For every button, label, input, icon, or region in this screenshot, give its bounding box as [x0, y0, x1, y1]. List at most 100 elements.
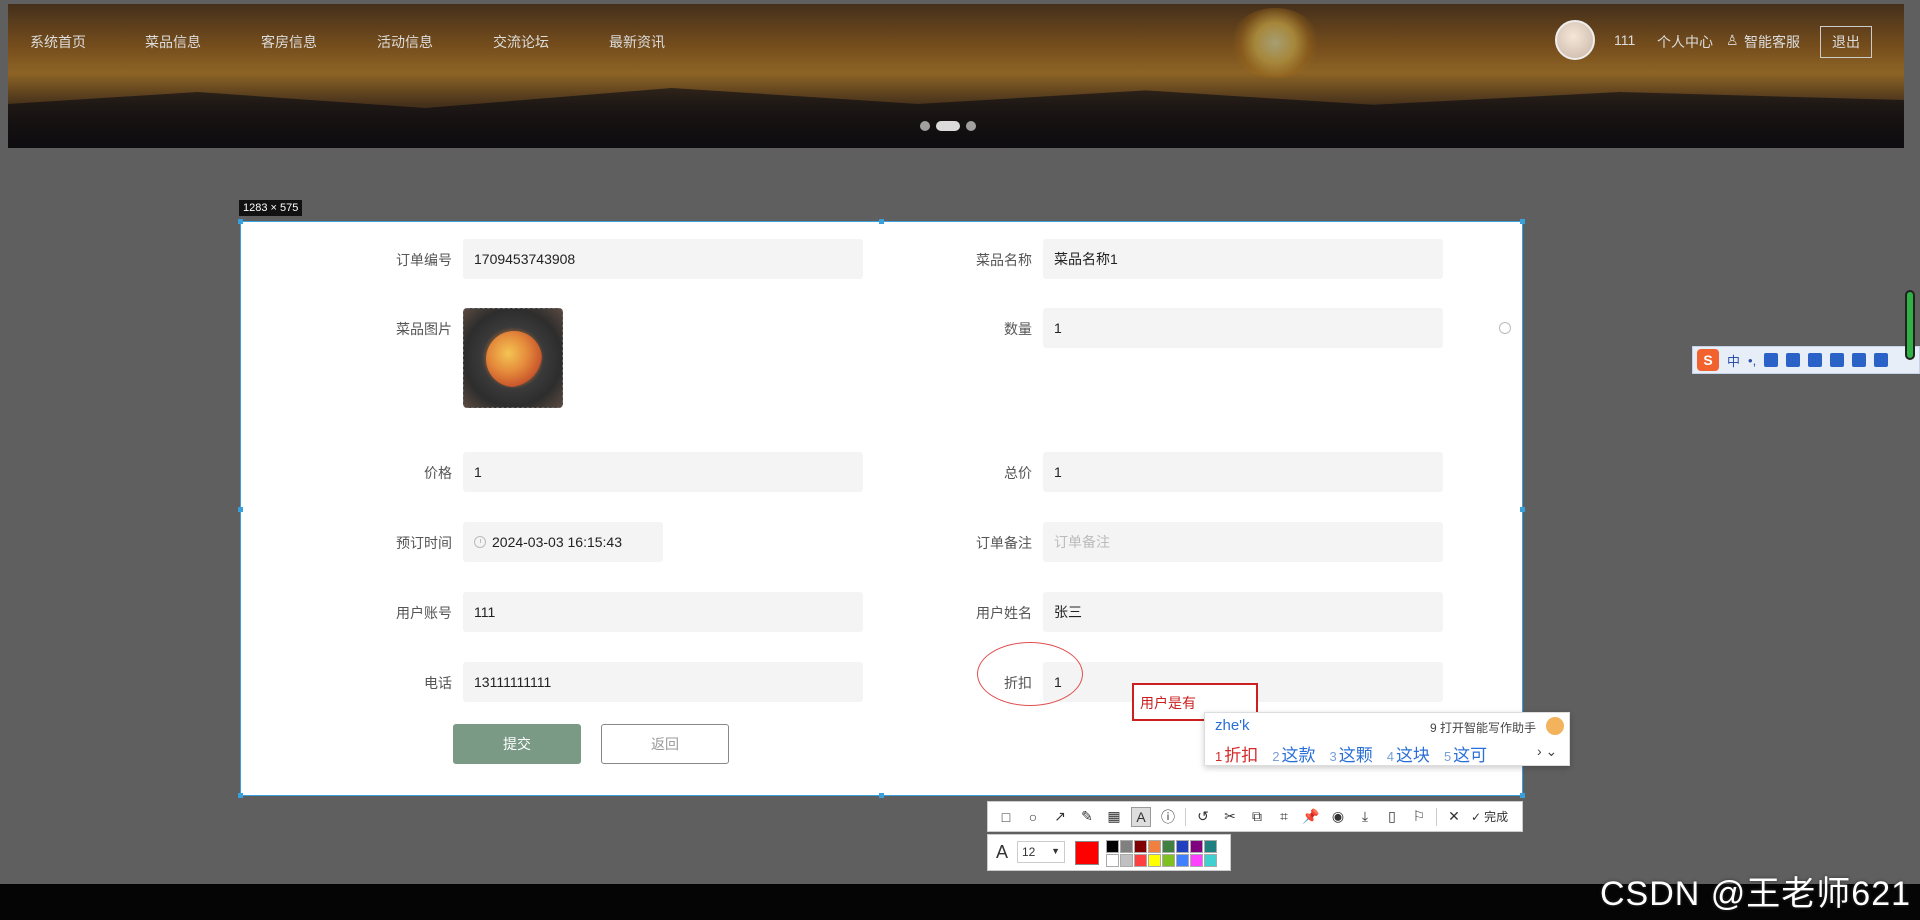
resize-handle[interactable]: [879, 793, 884, 798]
close-icon[interactable]: ✕: [1444, 807, 1464, 827]
color-swatch[interactable]: [1134, 840, 1147, 853]
dish-image[interactable]: [463, 308, 563, 408]
pin-icon[interactable]: 📌: [1301, 807, 1321, 827]
nav-home[interactable]: 系统首页: [30, 32, 86, 52]
ellipse-tool-icon[interactable]: ○: [1023, 807, 1043, 827]
sogou-logo-icon[interactable]: S: [1697, 349, 1719, 371]
translate-icon[interactable]: ⧉: [1247, 807, 1267, 827]
pen-tool-icon[interactable]: ✎: [1077, 807, 1097, 827]
nav-rooms[interactable]: 客房信息: [261, 32, 317, 52]
color-swatch[interactable]: [1148, 854, 1161, 867]
account-label: 用户账号: [396, 605, 452, 621]
color-swatch[interactable]: [1120, 854, 1133, 867]
order-no-label: 订单编号: [396, 252, 452, 268]
nav-dishes[interactable]: 菜品信息: [145, 32, 201, 52]
color-swatch[interactable]: [1106, 840, 1119, 853]
account-field[interactable]: 111: [463, 592, 863, 632]
username: 111: [1614, 32, 1636, 48]
game-icon[interactable]: [1852, 353, 1867, 367]
carousel-dot[interactable]: [920, 121, 930, 131]
color-swatch[interactable]: [1204, 854, 1217, 867]
resize-handle[interactable]: [1520, 793, 1525, 798]
color-swatch[interactable]: [1190, 854, 1203, 867]
dish-name-label: 菜品名称: [976, 252, 1032, 268]
mosaic-tool-icon[interactable]: ▦: [1104, 807, 1124, 827]
dish-image-label: 菜品图片: [396, 321, 452, 337]
grid-icon[interactable]: [1874, 353, 1889, 367]
price-field[interactable]: 1: [463, 452, 863, 492]
nav-news[interactable]: 最新资讯: [609, 32, 665, 52]
ime-candidate-window: zhe'k 9 打开智能写作助手 1 折扣 2 这款 3 这颗 4 这块 5 这可 › ⌄: [1204, 712, 1570, 766]
total-field[interactable]: 1: [1043, 452, 1443, 492]
skin-icon[interactable]: [1808, 353, 1823, 367]
ime-candidate[interactable]: 4 这块: [1387, 741, 1430, 766]
record-icon[interactable]: ◉: [1328, 807, 1348, 827]
scissors-icon[interactable]: ✂: [1220, 807, 1240, 827]
personal-center-link[interactable]: 个人中心: [1657, 32, 1713, 52]
current-color-swatch[interactable]: [1075, 841, 1099, 865]
ime-candidate[interactable]: 5 这可: [1444, 741, 1487, 766]
ocr-icon[interactable]: ⌗: [1274, 807, 1294, 827]
text-style-panel: A 12: [987, 834, 1231, 871]
color-swatch[interactable]: [1162, 840, 1175, 853]
phone-icon[interactable]: ▯: [1382, 807, 1402, 827]
nav-activities[interactable]: 活动信息: [377, 32, 433, 52]
microphone-icon[interactable]: [1764, 353, 1779, 367]
color-swatch[interactable]: [1176, 854, 1189, 867]
settings-circle-icon[interactable]: [1499, 322, 1511, 334]
color-swatch[interactable]: [1204, 840, 1217, 853]
nav-forum[interactable]: 交流论坛: [493, 32, 549, 52]
resize-handle[interactable]: [1520, 219, 1525, 224]
order-no-field[interactable]: 1709453743908: [463, 239, 863, 279]
resize-handle[interactable]: [238, 793, 243, 798]
avatar[interactable]: [1555, 20, 1595, 60]
carousel-dot[interactable]: [966, 121, 976, 131]
price-label: 价格: [424, 465, 452, 481]
scrollbar-thumb[interactable]: [1905, 290, 1915, 360]
back-button[interactable]: 返回: [601, 724, 729, 764]
toolbox-icon[interactable]: [1830, 353, 1845, 367]
color-swatch[interactable]: [1176, 840, 1189, 853]
keyboard-icon[interactable]: [1786, 353, 1801, 367]
carousel-dot-active[interactable]: [936, 121, 960, 131]
number-tool-icon[interactable]: ⓘ: [1158, 807, 1178, 827]
booking-time-picker[interactable]: 2024-03-03 16:15:43: [463, 522, 663, 562]
resize-handle[interactable]: [238, 219, 243, 224]
quantity-field[interactable]: 1: [1043, 308, 1443, 348]
undo-icon[interactable]: ↺: [1193, 807, 1213, 827]
phone-field[interactable]: 13111111111: [463, 662, 863, 702]
carousel-dots: [920, 121, 976, 131]
color-swatch[interactable]: [1134, 854, 1147, 867]
color-swatch[interactable]: [1148, 840, 1161, 853]
font-size-select[interactable]: 12: [1017, 841, 1065, 863]
smart-service-link[interactable]: 智能客服: [1744, 32, 1800, 52]
color-swatch[interactable]: [1162, 854, 1175, 867]
resize-handle[interactable]: [238, 507, 243, 512]
submit-button[interactable]: 提交: [453, 724, 581, 764]
ime-candidate[interactable]: 3 这颗: [1329, 741, 1372, 766]
arrow-tool-icon[interactable]: ↗: [1050, 807, 1070, 827]
rectangle-tool-icon[interactable]: □: [996, 807, 1016, 827]
resize-handle[interactable]: [1520, 507, 1525, 512]
dish-name-field[interactable]: 菜品名称1: [1043, 239, 1443, 279]
color-swatch[interactable]: [1120, 840, 1133, 853]
ime-pinyin: zhe'k: [1215, 717, 1250, 734]
color-swatch[interactable]: [1190, 840, 1203, 853]
done-button[interactable]: ✓ 完成: [1471, 807, 1508, 827]
name-field[interactable]: 张三: [1043, 592, 1443, 632]
text-tool-icon[interactable]: A: [1131, 806, 1151, 827]
ime-candidate[interactable]: 1 折扣: [1215, 741, 1258, 766]
booking-time-label: 预订时间: [396, 535, 452, 551]
ime-candidate[interactable]: 2 这款: [1272, 741, 1315, 766]
download-icon[interactable]: ⤓: [1355, 807, 1375, 827]
resize-handle[interactable]: [879, 219, 884, 224]
color-swatch[interactable]: [1106, 854, 1119, 867]
remark-input[interactable]: 订单备注: [1043, 522, 1443, 562]
ime-mode-toggle[interactable]: 中: [1727, 351, 1740, 370]
ime-more-icon[interactable]: › ⌄: [1537, 743, 1557, 760]
bookmark-icon[interactable]: ⚐: [1409, 807, 1429, 827]
logout-button[interactable]: 退出: [1820, 26, 1872, 58]
ime-assistant-link[interactable]: 9 打开智能写作助手: [1430, 719, 1536, 736]
ime-punct-toggle[interactable]: •,: [1748, 353, 1756, 368]
assistant-icon[interactable]: [1546, 717, 1564, 735]
